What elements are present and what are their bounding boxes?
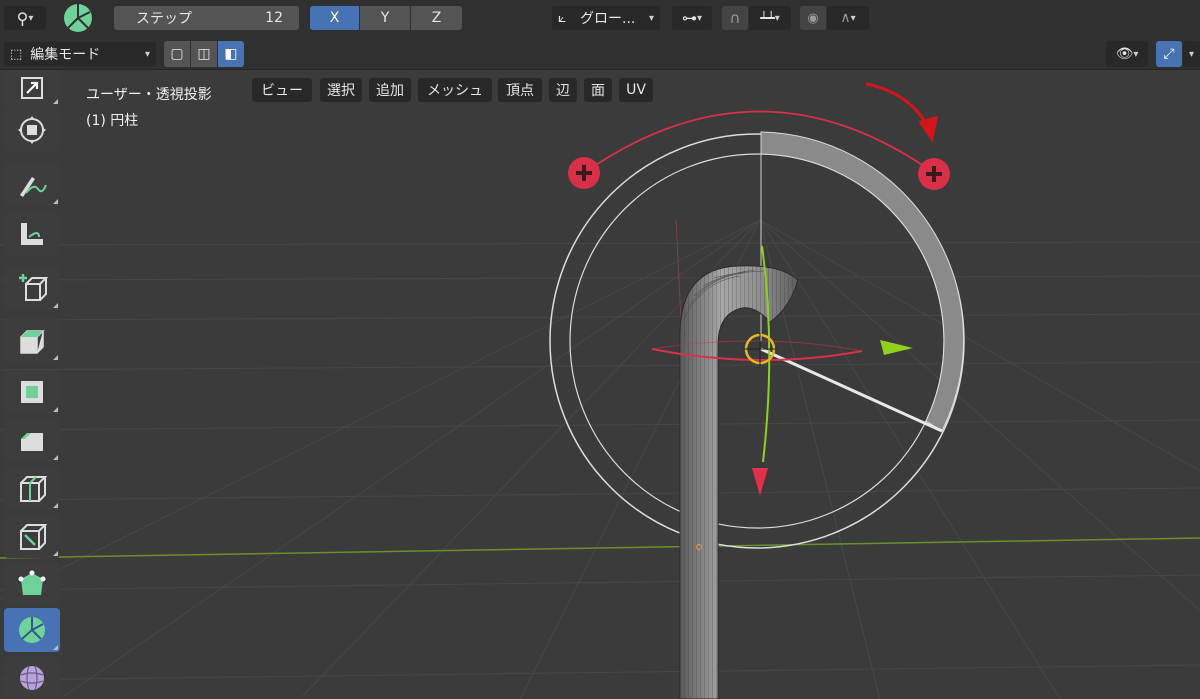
- inset-icon: [21, 381, 43, 403]
- proportional-edit-icon: ◉: [807, 10, 819, 26]
- gizmo-icon: ⤢: [1163, 46, 1175, 62]
- menu-edge[interactable]: 辺: [549, 78, 577, 102]
- extrude-icon: [20, 330, 45, 354]
- knife-icon: [20, 524, 47, 550]
- mode-dropdown[interactable]: ⬚ 編集モード ▾: [4, 42, 156, 66]
- vertex-select-icon: ▢: [170, 46, 184, 62]
- loop-cut-icon: [20, 476, 47, 502]
- scale-cage-icon: [21, 77, 43, 99]
- menu-uv[interactable]: UV: [619, 78, 653, 102]
- step-field[interactable]: ステップ 12: [114, 6, 299, 30]
- snap-increment-icon: ┷┷: [760, 11, 775, 25]
- viewport-scene: [0, 70, 1200, 699]
- transform-icon: [18, 116, 46, 144]
- chevron-down-icon: ▾: [850, 12, 856, 24]
- tool-settings-bar: ⚲ ▾ ステップ 12 X Y Z ⟀ グロー... ▾ ⊶ ▾ ∩ ┷┷ ▾ ◉ ∧…: [0, 0, 1200, 36]
- gizmo-toggle[interactable]: ⤢: [1156, 41, 1182, 67]
- tool-smooth[interactable]: [4, 656, 60, 699]
- chevron-down-icon: ▾: [28, 12, 34, 24]
- proportional-edit-toggle[interactable]: ◉: [800, 6, 826, 30]
- spin-handle-left[interactable]: [568, 157, 600, 189]
- orientation-icon: ⟀: [558, 10, 567, 26]
- editor-header: ⬚ 編集モード ▾ ▢ ◫ ◧ ビュー 選択 追加 メッシュ 頂点 辺 面 UV…: [0, 36, 1200, 102]
- mode-label: 編集モード: [30, 47, 101, 63]
- tool-poly-build[interactable]: [4, 562, 60, 606]
- visibility-dropdown[interactable]: 👁 ▾: [1106, 41, 1148, 67]
- pivot-point-dropdown[interactable]: ⊶ ▾: [672, 6, 712, 30]
- tool-inset[interactable]: [4, 370, 60, 414]
- tool-add-cube[interactable]: [4, 266, 60, 310]
- vertex-select-button[interactable]: ▢: [164, 41, 190, 67]
- chevron-down-icon: ▾: [774, 12, 780, 24]
- menu-add[interactable]: 追加: [369, 78, 411, 102]
- bevel-icon: [21, 433, 43, 451]
- chevron-down-icon: ▾: [1133, 48, 1139, 60]
- tool-transform[interactable]: [4, 108, 60, 152]
- transform-orientation-dropdown[interactable]: ⟀ グロー... ▾: [552, 6, 660, 30]
- pivot-icon: ⚲: [16, 8, 29, 28]
- annotate-icon: [20, 177, 47, 197]
- magnet-icon: ∩: [729, 9, 741, 27]
- add-cube-icon: [19, 274, 48, 301]
- snap-toggle[interactable]: ∩: [722, 6, 748, 30]
- chevron-down-icon: ▾: [1188, 48, 1195, 60]
- eye-icon: 👁: [1115, 46, 1134, 62]
- tool-annotate[interactable]: [4, 162, 60, 206]
- menu-select[interactable]: 選択: [320, 78, 362, 102]
- menu-view[interactable]: ビュー: [252, 78, 312, 102]
- tool-bevel[interactable]: [4, 418, 60, 462]
- snap-target-dropdown[interactable]: ┷┷ ▾: [749, 6, 791, 30]
- spin-icon: [19, 617, 45, 643]
- smooth-icon: [20, 665, 44, 690]
- tool-measure[interactable]: [4, 212, 60, 256]
- axis-y-button[interactable]: Y: [360, 6, 410, 30]
- edit-mode-icon: ⬚: [10, 46, 23, 62]
- spin-tool-icon: [60, 2, 96, 34]
- axis-x-button[interactable]: X: [310, 6, 359, 30]
- pivot-icon-button[interactable]: ⚲ ▾: [4, 6, 46, 30]
- menu-mesh[interactable]: メッシュ: [418, 78, 492, 102]
- view-name: ユーザー・透視投影: [86, 87, 212, 103]
- edge-select-icon: ◫: [197, 46, 211, 62]
- step-value: 12: [265, 10, 283, 26]
- falloff-dropdown[interactable]: ∧ ▾: [827, 6, 869, 30]
- orientation-label: グロー...: [580, 11, 636, 27]
- pivot-point-icon: ⊶: [681, 9, 697, 27]
- tool-extrude[interactable]: [4, 318, 60, 362]
- 3d-viewport[interactable]: [0, 70, 1200, 699]
- menu-vertex[interactable]: 頂点: [498, 78, 542, 102]
- axis-z-button[interactable]: Z: [411, 6, 462, 30]
- tool-loop-cut[interactable]: [4, 466, 60, 510]
- tool-spin[interactable]: [4, 608, 60, 652]
- chevron-down-icon: ▾: [696, 12, 703, 24]
- edge-select-button[interactable]: ◫: [191, 41, 217, 67]
- tool-scale-cage[interactable]: [4, 70, 60, 106]
- falloff-curve-icon: ∧: [840, 10, 851, 26]
- poly-build-icon: [18, 570, 46, 595]
- face-select-icon: ◧: [224, 46, 238, 62]
- step-label: ステップ: [136, 11, 192, 27]
- chevron-down-icon: ▾: [648, 12, 654, 24]
- measure-icon: [21, 223, 43, 245]
- menu-face[interactable]: 面: [584, 78, 612, 102]
- chevron-down-icon: ▾: [144, 48, 150, 60]
- face-select-button[interactable]: ◧: [218, 41, 244, 67]
- tool-knife[interactable]: [4, 514, 60, 558]
- object-name: (1) 円柱: [86, 113, 139, 129]
- spin-handle-right[interactable]: [918, 158, 950, 190]
- gizmo-dropdown[interactable]: ▾: [1183, 41, 1200, 67]
